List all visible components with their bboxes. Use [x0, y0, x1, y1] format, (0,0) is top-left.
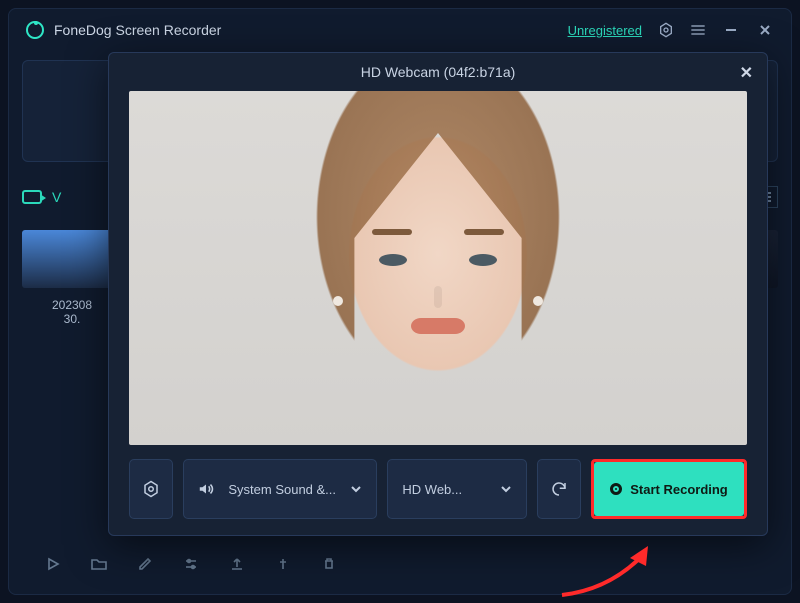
modal-controls: System Sound &... HD Web... Start Record…: [129, 459, 747, 519]
record-button-highlight: Start Recording: [591, 459, 747, 519]
unregistered-link[interactable]: Unregistered: [568, 23, 642, 38]
brand-title: FoneDog Screen Recorder: [54, 22, 221, 38]
thumbnail-label: 30.: [22, 312, 122, 326]
share-icon[interactable]: [228, 555, 246, 573]
play-icon[interactable]: [44, 555, 62, 573]
titlebar: FoneDog Screen Recorder Unregistered: [8, 8, 792, 52]
webcam-section-icon: [22, 190, 42, 204]
bottom-toolbar: [44, 555, 338, 573]
modal-settings-button[interactable]: [129, 459, 173, 519]
annotation-arrow: [552, 540, 662, 600]
list-item[interactable]: 202308 30.: [22, 230, 122, 326]
preview-person-eyes: [379, 254, 497, 266]
titlebar-right: Unregistered: [568, 21, 774, 39]
modal-title: HD Webcam (04f2:b71a): [361, 64, 516, 80]
folder-icon[interactable]: [90, 555, 108, 573]
settings-gear-icon[interactable]: [658, 22, 674, 38]
thumbnail-image: [22, 230, 122, 288]
preview-person-nose: [434, 286, 442, 308]
close-button[interactable]: [756, 21, 774, 39]
modal-titlebar: HD Webcam (04f2:b71a) ✕: [109, 53, 767, 91]
camera-source-dropdown[interactable]: HD Web...: [387, 459, 527, 519]
start-recording-button[interactable]: Start Recording: [594, 462, 744, 516]
preview-person-brows: [372, 229, 504, 235]
sliders-icon[interactable]: [182, 555, 200, 573]
brand-logo-icon: [26, 21, 44, 39]
refresh-icon: [550, 480, 568, 498]
refresh-button[interactable]: [537, 459, 581, 519]
trash-icon[interactable]: [320, 555, 338, 573]
section-label: V: [52, 189, 61, 205]
webcam-preview: [129, 91, 747, 445]
preview-person-hair: [248, 91, 628, 445]
thumbnail-label: 202308: [22, 298, 122, 312]
pin-icon[interactable]: [274, 555, 292, 573]
edit-icon[interactable]: [136, 555, 154, 573]
audio-source-label: System Sound &...: [228, 482, 336, 497]
audio-source-dropdown[interactable]: System Sound &...: [183, 459, 377, 519]
minimize-button[interactable]: [722, 21, 740, 39]
gear-icon: [142, 480, 160, 498]
chevron-down-icon: [350, 483, 362, 495]
webcam-modal: HD Webcam (04f2:b71a) ✕ System Sound &..…: [108, 52, 768, 536]
camera-source-label: HD Web...: [402, 482, 462, 497]
volume-icon: [198, 482, 214, 496]
modal-close-icon[interactable]: ✕: [740, 63, 753, 83]
preview-person-lips: [411, 318, 465, 334]
chevron-down-icon: [500, 483, 512, 495]
menu-icon[interactable]: [690, 22, 706, 38]
record-dot-icon: [610, 483, 622, 495]
record-button-label: Start Recording: [630, 482, 728, 497]
